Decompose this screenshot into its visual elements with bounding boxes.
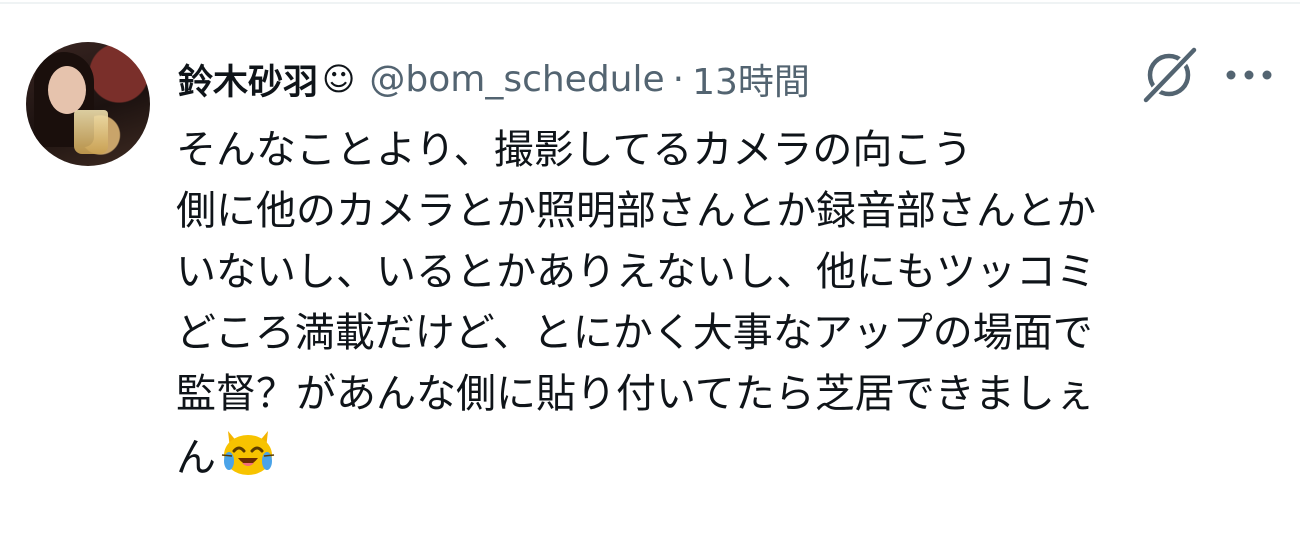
laughing-cat-icon	[221, 431, 275, 475]
user-handle[interactable]: @bom_schedule	[369, 59, 664, 100]
tweet-text-line: 側に他のカメラとか照明部さんとか録音部さんとか	[176, 188, 1096, 234]
tweet-text-line: そんなことより、撮影してるカメラの向こう	[176, 127, 973, 173]
tweet-text-line: ん	[176, 435, 216, 481]
avatar-glass	[74, 110, 108, 154]
tweet-text: そんなことより、撮影してるカメラの向こう 側に他のカメラとか照明部さんとか録音部…	[176, 120, 1266, 489]
avatar-face	[48, 66, 86, 114]
more-icon[interactable]	[1222, 58, 1276, 92]
display-name[interactable]: 鈴木砂羽	[178, 54, 318, 105]
tweet-text-line: 監督？があんな側に貼り付いてたら芝居できましぇ	[176, 371, 1095, 417]
separator-dot: ·	[672, 58, 685, 100]
top-divider	[0, 2, 1300, 4]
tweet-text-last-line: ん	[176, 425, 1266, 489]
avatar[interactable]	[26, 42, 150, 166]
smiley-icon: ☺	[322, 60, 356, 98]
grok-icon[interactable]	[1138, 44, 1200, 106]
tweet-text-line: どころ満載だけど、とにかく大事なアップの場面で	[176, 310, 1093, 356]
tweet[interactable]: 鈴木砂羽 ☺ @bom_schedule · 13時間 そんなことより、撮影して…	[26, 42, 1276, 512]
tweet-header: 鈴木砂羽 ☺ @bom_schedule · 13時間	[178, 54, 810, 104]
timestamp[interactable]: 13時間	[692, 53, 810, 105]
tweet-text-line: いないし、いるとかありえないし、他にもツッコミ	[176, 249, 1096, 295]
